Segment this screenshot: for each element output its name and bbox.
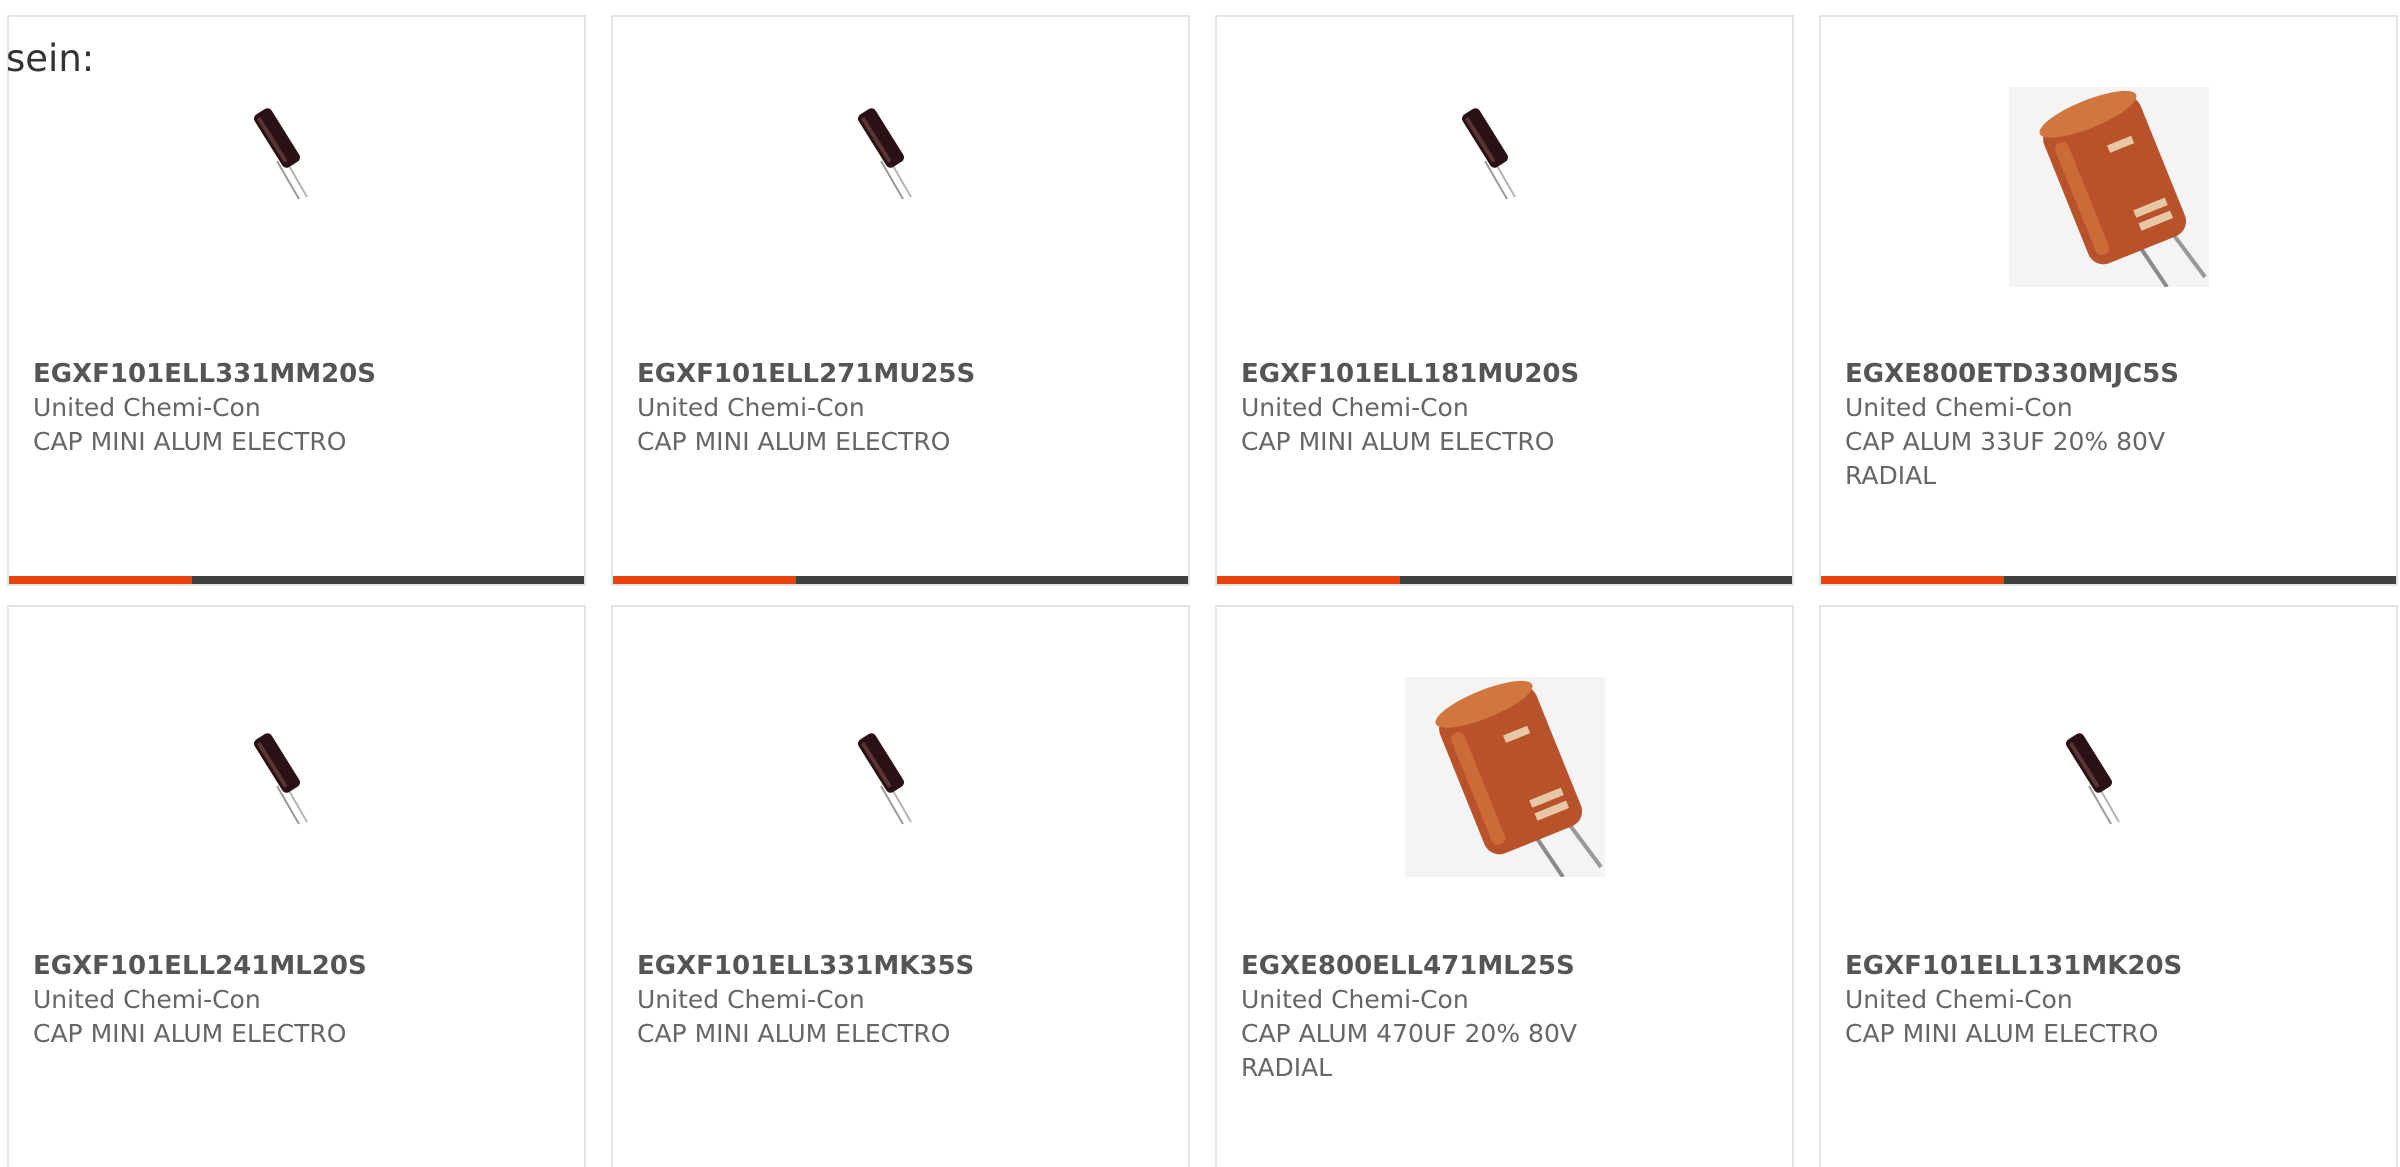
product-image[interactable]	[1821, 67, 2396, 307]
slim-capacitor-icon	[854, 732, 912, 825]
product-image[interactable]	[9, 67, 584, 307]
product-card[interactable]: EGXF101ELL131MK20S United Chemi-Con CAP …	[1819, 605, 2398, 1167]
product-card[interactable]: EGXF101ELL331MM20S United Chemi-Con CAP …	[7, 15, 586, 586]
manufacturer: United Chemi-Con	[33, 393, 261, 422]
part-number-link[interactable]: EGXF101ELL181MU20S	[1241, 357, 1768, 391]
product-card[interactable]: EGXE800ELL471ML25S United Chemi-Con CAP …	[1215, 605, 1794, 1167]
card-bottom-bar	[9, 576, 584, 584]
product-card[interactable]: EGXF101ELL331MK35S United Chemi-Con CAP …	[611, 605, 1190, 1167]
intro-text: sein:	[6, 37, 95, 80]
bar-accent	[1217, 576, 1400, 584]
manufacturer: United Chemi-Con	[1241, 393, 1469, 422]
manufacturer: United Chemi-Con	[33, 985, 261, 1014]
slim-capacitor-icon	[250, 107, 308, 200]
slim-capacitor-icon	[250, 732, 308, 825]
product-image[interactable]	[1217, 657, 1792, 897]
product-card[interactable]: EGXF101ELL241ML20S United Chemi-Con CAP …	[7, 605, 586, 1167]
manufacturer: United Chemi-Con	[1845, 985, 2073, 1014]
description: CAP ALUM 470UF 20% 80V RADIAL	[1241, 1019, 1577, 1082]
product-card[interactable]: EGXF101ELL271MU25S United Chemi-Con CAP …	[611, 15, 1190, 586]
description: CAP MINI ALUM ELECTRO	[1241, 427, 1555, 456]
card-bottom-bar	[1821, 576, 2396, 584]
product-image[interactable]	[613, 657, 1188, 897]
bar-accent	[613, 576, 796, 584]
product-image[interactable]	[613, 67, 1188, 307]
product-image[interactable]	[1821, 657, 2396, 897]
manufacturer: United Chemi-Con	[637, 393, 865, 422]
bar-accent	[1821, 576, 2004, 584]
part-number-link[interactable]: EGXE800ELL471ML25S	[1241, 949, 1768, 983]
part-number-link[interactable]: EGXF101ELL331MK35S	[637, 949, 1164, 983]
part-number-link[interactable]: EGXF101ELL131MK20S	[1845, 949, 2372, 983]
part-number-link[interactable]: EGXF101ELL241ML20S	[33, 949, 560, 983]
product-image[interactable]	[1217, 67, 1792, 307]
product-image[interactable]	[9, 657, 584, 897]
description: CAP MINI ALUM ELECTRO	[33, 1019, 347, 1048]
bar-accent	[9, 576, 192, 584]
description: CAP MINI ALUM ELECTRO	[33, 427, 347, 456]
slim-capacitor-icon	[2062, 732, 2120, 825]
part-number-link[interactable]: EGXE800ETD330MJC5S	[1845, 357, 2372, 391]
manufacturer: United Chemi-Con	[1241, 985, 1469, 1014]
part-number-link[interactable]: EGXF101ELL271MU25S	[637, 357, 1164, 391]
slim-capacitor-icon	[1458, 107, 1516, 200]
radial-capacitor-icon	[1404, 677, 1605, 877]
description: CAP ALUM 33UF 20% 80V RADIAL	[1845, 427, 2166, 490]
card-bottom-bar	[1217, 576, 1792, 584]
product-card[interactable]: EGXF101ELL181MU20S United Chemi-Con CAP …	[1215, 15, 1794, 586]
part-number-link[interactable]: EGXF101ELL331MM20S	[33, 357, 560, 391]
card-bottom-bar	[613, 576, 1188, 584]
description: CAP MINI ALUM ELECTRO	[1845, 1019, 2159, 1048]
description: CAP MINI ALUM ELECTRO	[637, 427, 951, 456]
page: sein: EGXF101ELL331MM20S United Chemi-Co…	[0, 0, 2400, 1167]
product-card[interactable]: EGXE800ETD330MJC5S United Chemi-Con CAP …	[1819, 15, 2398, 586]
description: CAP MINI ALUM ELECTRO	[637, 1019, 951, 1048]
radial-capacitor-icon	[2008, 87, 2209, 287]
manufacturer: United Chemi-Con	[1845, 393, 2073, 422]
manufacturer: United Chemi-Con	[637, 985, 865, 1014]
slim-capacitor-icon	[854, 107, 912, 200]
